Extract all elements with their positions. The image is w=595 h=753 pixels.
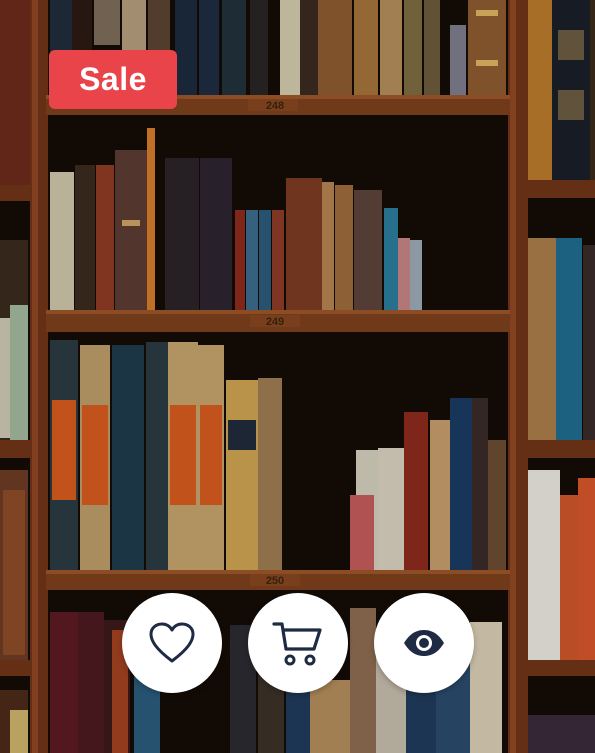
wishlist-button[interactable]	[122, 593, 222, 693]
cart-icon	[272, 622, 322, 666]
eye-icon	[404, 630, 444, 656]
heart-icon	[149, 622, 195, 663]
add-to-cart-button[interactable]	[248, 593, 348, 693]
product-card[interactable]: 248 249 250 Sale	[0, 0, 595, 753]
quick-view-button[interactable]	[374, 593, 474, 693]
sale-badge: Sale	[49, 50, 177, 109]
